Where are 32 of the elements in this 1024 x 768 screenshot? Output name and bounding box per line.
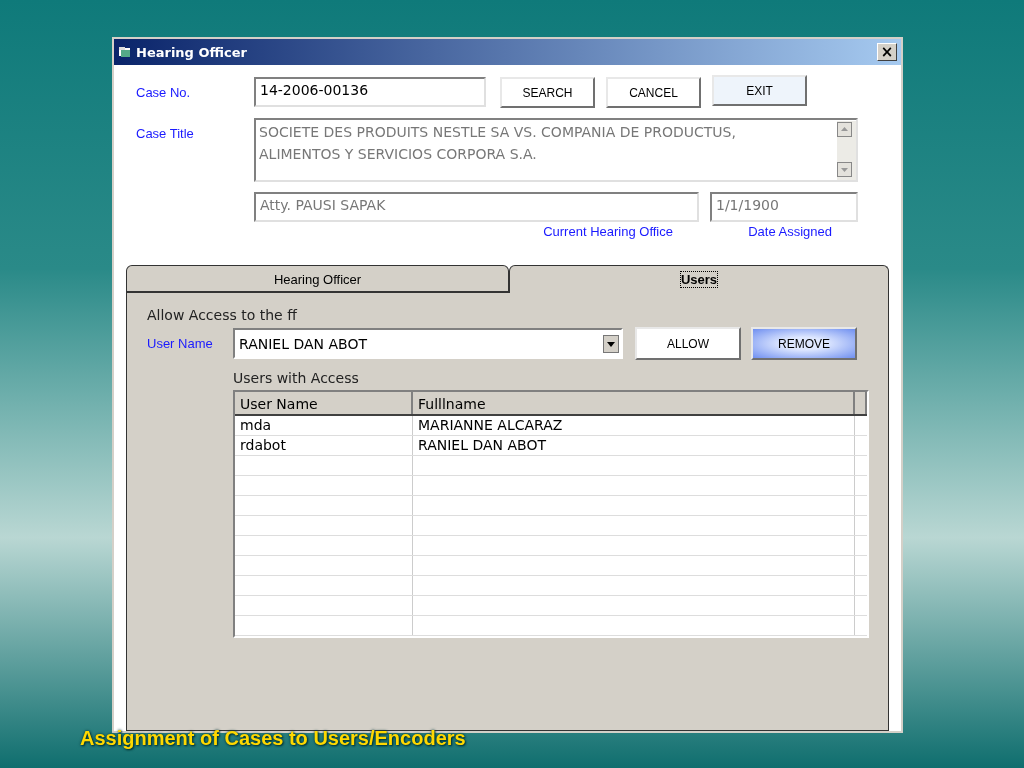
user-name-label: User Name: [147, 336, 214, 351]
tab[interactable]: Hearing Officer: [126, 265, 509, 293]
access-button[interactable]: REMOVE: [751, 327, 857, 360]
table-cell: mda: [235, 416, 413, 435]
section-heading: Allow Access to the ff: [147, 307, 299, 323]
column-header[interactable]: User Name: [235, 392, 413, 414]
access-button[interactable]: ALLOW: [635, 327, 741, 360]
case-title-field[interactable]: SOCIETE DES PRODUITS NESTLE SA VS. COMPANIA DE PRODUCTUS, ALIMENTOS Y SERVICIOS CORPORA S.A.: [254, 118, 858, 182]
table-cell: RANIEL DAN ABOT: [413, 436, 855, 455]
hearing-office-label: Current Hearing Office: [543, 224, 673, 239]
user-name-dropdown[interactable]: RANIEL DAN ABOT: [233, 328, 623, 359]
window-icon: [118, 46, 132, 58]
column-header[interactable]: Fulllname: [413, 392, 855, 414]
window-title: Hearing Officer: [136, 44, 248, 60]
form-button[interactable]: EXIT: [712, 75, 807, 106]
case-no-field[interactable]: 14-2006-00136: [254, 77, 486, 107]
hearing-officer-field[interactable]: Atty. PAUSI SAPAK: [254, 192, 699, 222]
slide-caption: Assignment of Cases to Users/Encoders: [80, 727, 467, 750]
scrollbar[interactable]: [837, 121, 856, 180]
table-cell: rdabot: [235, 436, 413, 455]
scroll-down-icon[interactable]: [837, 162, 852, 177]
close-button[interactable]: ×: [877, 43, 897, 61]
scroll-up-icon[interactable]: [837, 122, 852, 137]
list-heading: Users with Access: [233, 370, 360, 386]
form-button[interactable]: CANCEL: [606, 77, 701, 108]
form-button[interactable]: SEARCH: [500, 77, 595, 108]
table-cell: MARIANNE ALCARAZ: [413, 416, 855, 435]
date-assigned-label: Date Assigned: [748, 224, 832, 239]
case-title-label: Case Title: [136, 125, 195, 141]
tab[interactable]: Users: [509, 265, 889, 293]
case-no-label: Case No.: [136, 84, 192, 100]
date-assigned-field[interactable]: 1/1/1900: [710, 192, 858, 222]
